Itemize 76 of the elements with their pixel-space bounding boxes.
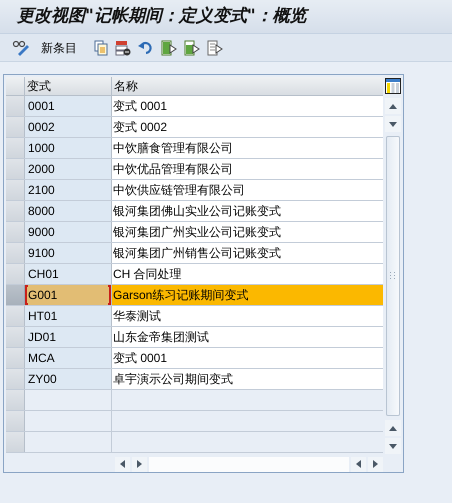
up-arrow-icon (389, 104, 398, 108)
row-selector[interactable] (6, 390, 25, 410)
row-selector[interactable] (6, 159, 25, 179)
window-title: 更改视图"记帐期间：定义变式"：概览 (17, 4, 307, 28)
name-cell: 卓宇演示公司期间变式 (112, 369, 384, 389)
horizontal-scroll-track[interactable] (149, 456, 349, 472)
row-selector[interactable] (6, 285, 25, 305)
key-cell: 2100 (25, 180, 112, 200)
key-cell: 2000 (25, 159, 112, 179)
name-cell: 中饮膳食管理有限公司 (112, 138, 384, 158)
down-arrow-icon (389, 122, 398, 126)
name-cell: 山东金帝集团测试 (112, 327, 384, 347)
new-entry-button[interactable]: 新条目 (37, 38, 81, 56)
row-selector[interactable] (6, 369, 25, 389)
copy-icon[interactable] (94, 40, 108, 56)
name-cell: 银河集团广州实业公司记账变式 (112, 222, 384, 242)
key-cell: G001 (25, 285, 112, 305)
name-cell: 中饮优品管理有限公司 (112, 159, 384, 179)
left-arrow-icon (120, 460, 125, 468)
name-cell: 变式 0002 (112, 117, 384, 137)
scroll-right-button[interactable] (132, 456, 147, 472)
key-cell: 0001 (25, 96, 112, 116)
delete-row-icon[interactable] (115, 40, 131, 56)
up-arrow-icon (389, 426, 398, 430)
scroll-right-button[interactable] (368, 456, 383, 472)
row-selector[interactable] (6, 243, 25, 263)
row-selector[interactable] (6, 138, 25, 158)
row-selector[interactable] (6, 117, 25, 137)
key-cell: HT01 (25, 306, 112, 326)
name-cell: 华泰测试 (112, 306, 384, 326)
glasses-pencil-icon[interactable] (12, 40, 30, 56)
name-cell: 中饮供应链管理有限公司 (112, 180, 384, 200)
row-selector[interactable] (6, 222, 25, 242)
scroll-down-button[interactable] (385, 116, 402, 132)
row-selector[interactable] (6, 96, 25, 116)
name-cell: 银河集团佛山实业公司记账变式 (112, 201, 384, 221)
key-cell: MCA (25, 348, 112, 368)
row-selector[interactable] (6, 306, 25, 326)
key-cell: 1000 (25, 138, 112, 158)
select-block-icon[interactable] (184, 40, 200, 56)
select-all-icon[interactable] (161, 40, 177, 56)
deselect-icon[interactable] (207, 40, 223, 56)
key-cell: 0002 (25, 117, 112, 137)
column-header[interactable]: 名称 (112, 77, 384, 95)
scroll-left-button[interactable] (351, 456, 366, 472)
key-cell: JD01 (25, 327, 112, 347)
right-arrow-icon (137, 460, 142, 468)
scroll-up-button[interactable] (385, 420, 402, 436)
key-cell: ZY00 (25, 369, 112, 389)
row-selector[interactable] (6, 201, 25, 221)
column-settings-icon[interactable] (385, 78, 402, 94)
name-cell: 变式 0001 (112, 348, 384, 368)
row-selector[interactable] (6, 348, 25, 368)
scroll-thumb[interactable] (386, 136, 400, 416)
scroll-left-button[interactable] (115, 456, 130, 472)
undo-icon[interactable] (138, 40, 154, 54)
scroll-down-button[interactable] (385, 438, 402, 454)
row-selector[interactable] (6, 411, 25, 431)
left-arrow-icon (356, 460, 361, 468)
row-selector[interactable] (6, 432, 25, 452)
row-selector[interactable] (6, 180, 25, 200)
scroll-up-button[interactable] (385, 98, 402, 114)
right-arrow-icon (373, 460, 378, 468)
name-cell: 银河集团广州销售公司记账变式 (112, 243, 384, 263)
column-header[interactable]: 变式 (25, 77, 112, 95)
name-cell: CH 合同处理 (112, 264, 384, 284)
name-cell: 变式 0001 (112, 96, 384, 116)
key-cell: 8000 (25, 201, 112, 221)
grip-icon (390, 272, 396, 280)
key-cell: 9000 (25, 222, 112, 242)
down-arrow-icon (389, 444, 398, 448)
key-cell: CH01 (25, 264, 112, 284)
row-selector[interactable] (6, 264, 25, 284)
key-cell: 9100 (25, 243, 112, 263)
row-selector[interactable] (6, 327, 25, 347)
name-cell: Garson练习记账期间变式 (112, 285, 384, 305)
